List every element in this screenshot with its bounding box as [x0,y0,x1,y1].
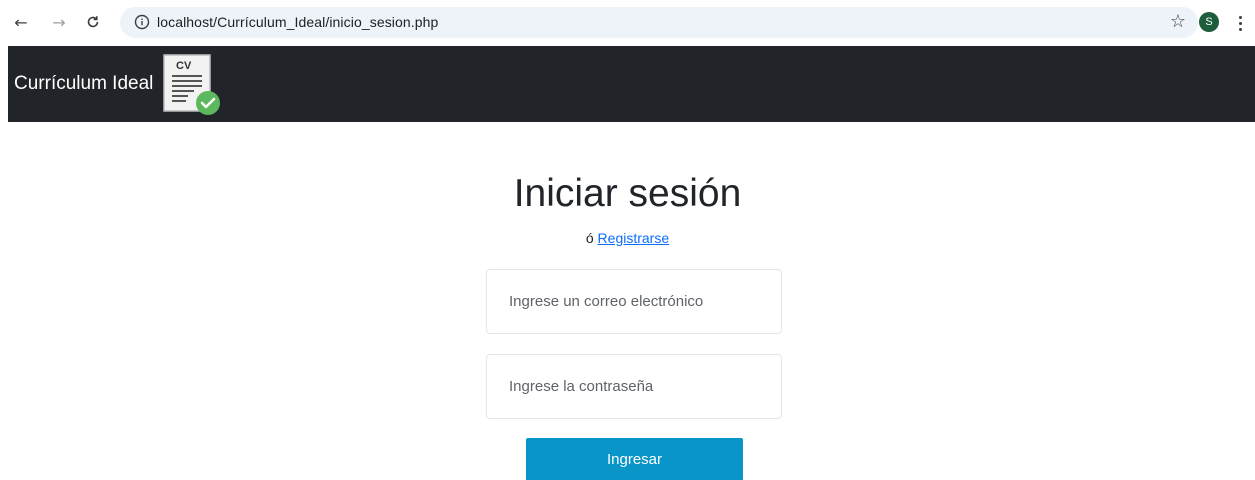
login-button[interactable]: Ingresar [526,438,743,480]
page-title: Iniciar sesión [513,172,742,215]
brand-name[interactable]: Currículum Ideal [14,73,153,95]
address-bar[interactable]: localhost/Currículum_Ideal/inicio_sesion… [120,7,1198,38]
reload-icon[interactable] [82,11,104,33]
site-info-icon[interactable] [134,14,150,30]
site-header: Currículum Ideal CV [8,46,1255,122]
alt-prefix: ó [585,230,594,246]
browser-menu-icon[interactable] [1233,12,1247,34]
forward-arrow-icon[interactable]: → [48,11,70,33]
profile-avatar[interactable]: S [1199,12,1219,32]
password-field[interactable] [486,354,782,419]
cv-document-logo-icon: CV [163,54,220,115]
bookmark-star-icon[interactable]: ☆ [1170,11,1186,32]
browser-toolbar: ← → localhost/Currículum_Ideal/inicio_se… [0,0,1255,46]
back-arrow-icon[interactable]: ← [10,11,32,33]
url-text: localhost/Currículum_Ideal/inicio_sesion… [157,14,439,30]
register-link[interactable]: Registrarse [598,230,670,246]
logo-text: CV [176,60,192,72]
register-prompt: ó Registrarse [0,230,1255,246]
email-field[interactable] [486,269,782,334]
